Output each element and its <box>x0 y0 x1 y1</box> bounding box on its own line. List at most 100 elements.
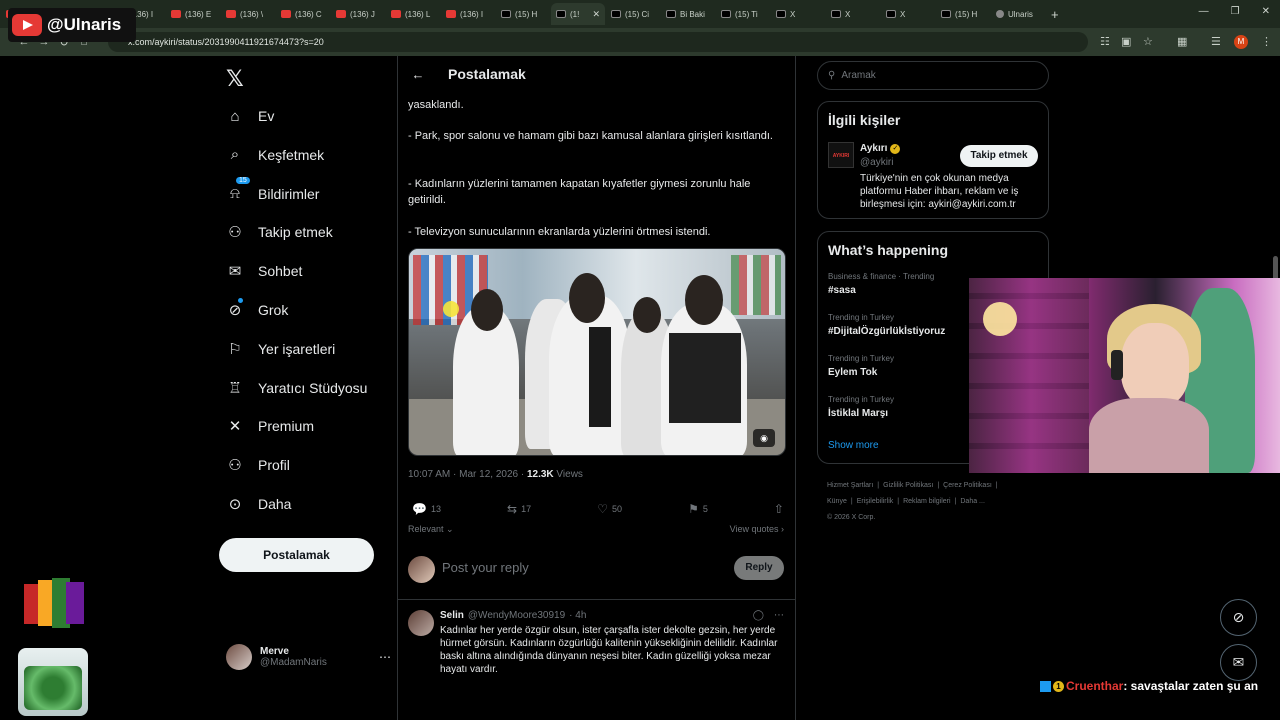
person-name-text: Aykırı <box>860 143 888 154</box>
browser-tab[interactable]: (136) E <box>166 3 220 25</box>
tab-label: X <box>790 9 796 19</box>
browser-tab[interactable]: (15) H <box>496 3 550 25</box>
x-favicon-icon <box>611 10 621 18</box>
like-action[interactable]: ♡ 50 <box>597 502 622 516</box>
footer-link[interactable]: Gizlilik Politikası <box>883 482 933 489</box>
browser-tab[interactable]: (15) Ci <box>606 3 660 25</box>
translate-icon[interactable]: ☷ <box>1100 35 1110 48</box>
image-figure-head <box>633 297 661 333</box>
url-field[interactable]: x.com/aykiri/status/2031990411921674473?… <box>108 32 1088 52</box>
grok-icon[interactable]: ◯ <box>753 610 764 621</box>
search-input[interactable]: ⚲ Aramak <box>817 61 1049 90</box>
footer-links: Hizmet Şartları | Gizlilik Politikası | Çere… <box>827 478 1049 526</box>
nav-item-person-add[interactable]: ⚇ Takip etmek <box>226 215 332 249</box>
nav-item-search[interactable]: ⌕ Keşfetmek <box>226 138 324 172</box>
browser-tab[interactable]: (136) C <box>276 3 330 25</box>
tab-label: (136) \ <box>240 9 264 19</box>
footer-link[interactable]: Hizmet Şartları <box>827 482 873 489</box>
footer-link[interactable]: Çerez Politikası <box>943 482 992 489</box>
browser-tab[interactable]: (136) J <box>331 3 385 25</box>
sort-dropdown[interactable]: Relevant ⌄ <box>408 524 454 535</box>
more-icon: ⊙ <box>228 496 242 513</box>
nav-item-x[interactable]: ✕ Premium <box>226 409 314 443</box>
minimize-icon[interactable]: — <box>1199 6 1209 17</box>
cast-icon[interactable]: ▣ <box>1121 35 1131 48</box>
bookmark-action[interactable]: ⚑ 5 <box>688 502 708 516</box>
nav-item-mail[interactable]: ✉ Sohbet <box>226 254 303 288</box>
browser-tab[interactable]: Ulnaris <box>991 3 1045 25</box>
more-dots-icon[interactable]: ⋯ <box>379 650 391 664</box>
home-icon: ⌂ <box>230 107 240 125</box>
trend-item[interactable]: Trending in Turkey İstiklal Marşı <box>828 395 894 419</box>
nav-item-studio[interactable]: ♖ Yaratıcı Stüdyosu <box>226 371 367 405</box>
footer-link[interactable]: Erişilebilirlik <box>857 498 894 505</box>
tab-close-icon[interactable]: ✕ <box>592 9 600 20</box>
media-control-icon[interactable]: ☰ <box>1211 35 1221 48</box>
browser-tab[interactable]: (136) I <box>441 3 495 25</box>
browser-tab[interactable]: (15) H <box>936 3 990 25</box>
person-handle[interactable]: @aykiri <box>860 157 894 168</box>
tab-label: Ulnaris <box>1008 9 1033 19</box>
browser-tab[interactable]: (136) L <box>386 3 440 25</box>
view-quotes-link[interactable]: View quotes › <box>730 524 784 535</box>
footer-link[interactable]: Künye <box>827 498 847 505</box>
follow-button[interactable]: Takip etmek <box>960 145 1038 167</box>
recycle-bin-desktop-icon[interactable] <box>18 648 88 716</box>
youtube-favicon-icon <box>171 10 181 18</box>
footer-link[interactable]: Reklam bilgileri <box>903 498 950 505</box>
reply-author-name[interactable]: Selin <box>440 610 464 621</box>
grok-fab[interactable]: ⊘ <box>1220 599 1257 636</box>
show-more-link[interactable]: Show more <box>828 440 879 451</box>
maximize-icon[interactable]: ❐ <box>1231 6 1240 17</box>
x-logo-icon[interactable]: 𝕏 <box>226 66 244 92</box>
repost-action[interactable]: ⇆ 17 <box>507 502 531 516</box>
footer-link[interactable]: © 2026 X Corp. <box>827 514 875 521</box>
footer-link[interactable]: Daha ... <box>960 498 985 505</box>
bookmark-star-icon[interactable]: ☆ <box>1143 35 1153 48</box>
post-button[interactable]: Postalamak <box>219 538 374 572</box>
browser-tab[interactable]: (136) \ <box>221 3 275 25</box>
trend-item[interactable]: Trending in Turkey Eylem Tok <box>828 354 894 378</box>
browser-tab[interactable]: X <box>771 3 825 25</box>
trend-item[interactable]: Trending in Turkey #DijitalÖzgürlükİstiyo… <box>828 313 945 337</box>
reply-author-handle[interactable]: @WendyMoore30919 <box>468 610 565 621</box>
close-window-icon[interactable]: ✕ <box>1262 6 1270 17</box>
nav-item-grok[interactable]: ⊘ Grok <box>226 293 288 327</box>
reply-action[interactable]: 💬 13 <box>412 502 441 516</box>
trend-item[interactable]: Business & finance · Trending #sasa <box>828 272 934 296</box>
browser-tab[interactable]: Bi Baki <box>661 3 715 25</box>
nav-item-bookmark[interactable]: ⚐ Yer işaretleri <box>226 332 335 366</box>
youtube-favicon-icon <box>446 10 456 18</box>
reply-button[interactable]: Reply <box>734 556 784 580</box>
back-arrow-icon[interactable]: ← <box>400 67 436 82</box>
post-image[interactable]: ◉ <box>408 248 786 456</box>
winrar-desktop-icon[interactable] <box>24 576 86 634</box>
extensions-icon[interactable]: ▦ <box>1177 35 1187 48</box>
browser-tab[interactable]: X <box>826 3 880 25</box>
account-switcher[interactable]: Merve @MadamNaris ⋯ <box>226 642 391 672</box>
browser-profile-avatar[interactable]: M <box>1234 35 1248 49</box>
new-tab-button[interactable]: + <box>1051 7 1059 22</box>
url-text: x.com/aykiri/status/2031990411921674473?… <box>128 37 324 47</box>
browser-tab[interactable]: (1! ✕ <box>551 3 605 25</box>
person-name[interactable]: Aykırı ✓ <box>860 143 901 154</box>
post-actions: 💬 13 ⇆ 17 ♡ 50 ⚑ 5 ⇧ <box>412 502 784 516</box>
share-action[interactable]: ⇧ <box>774 502 784 516</box>
browser-tab[interactable]: X <box>881 3 935 25</box>
reply-input[interactable]: Post your reply <box>442 560 529 575</box>
avatar[interactable]: AYKIRI <box>828 142 854 168</box>
view-quotes-label: View quotes <box>729 524 779 534</box>
reply-item[interactable]: Selin @WendyMoore30919 · 4h ◯ ⋯ Kadınlar… <box>398 604 795 720</box>
grok-image-icon[interactable]: ◉ <box>753 429 775 447</box>
nav-item-home[interactable]: ⌂ Ev <box>226 99 274 133</box>
browser-tab[interactable]: (15) Ti <box>716 3 770 25</box>
image-figure-head <box>685 275 723 325</box>
nav-item-bell[interactable]: ⍾ 15 Bildirimler <box>226 177 319 211</box>
browser-menu-icon[interactable]: ⋮ <box>1261 35 1272 48</box>
trend-category: Business & finance · Trending <box>828 272 935 281</box>
nav-item-profile[interactable]: ⚇ Profil <box>226 448 290 482</box>
messages-fab[interactable]: ✉ <box>1220 644 1257 681</box>
more-dots-icon[interactable]: ⋯ <box>774 610 784 621</box>
nav-item-more[interactable]: ⊙ Daha <box>226 487 292 521</box>
person-bio: Türkiye'nin en çok okunan medya platform… <box>860 173 1019 210</box>
